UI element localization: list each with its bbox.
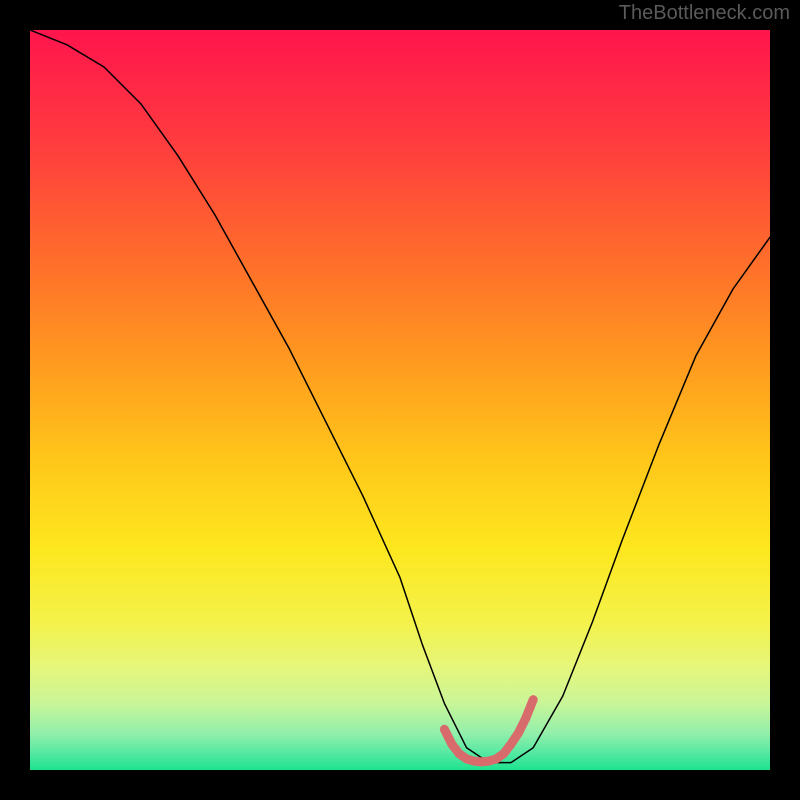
watermark-text: TheBottleneck.com (619, 2, 790, 25)
chart-area (30, 30, 770, 770)
chart-plot (30, 30, 770, 770)
series-bottleneck-curve (30, 30, 770, 763)
